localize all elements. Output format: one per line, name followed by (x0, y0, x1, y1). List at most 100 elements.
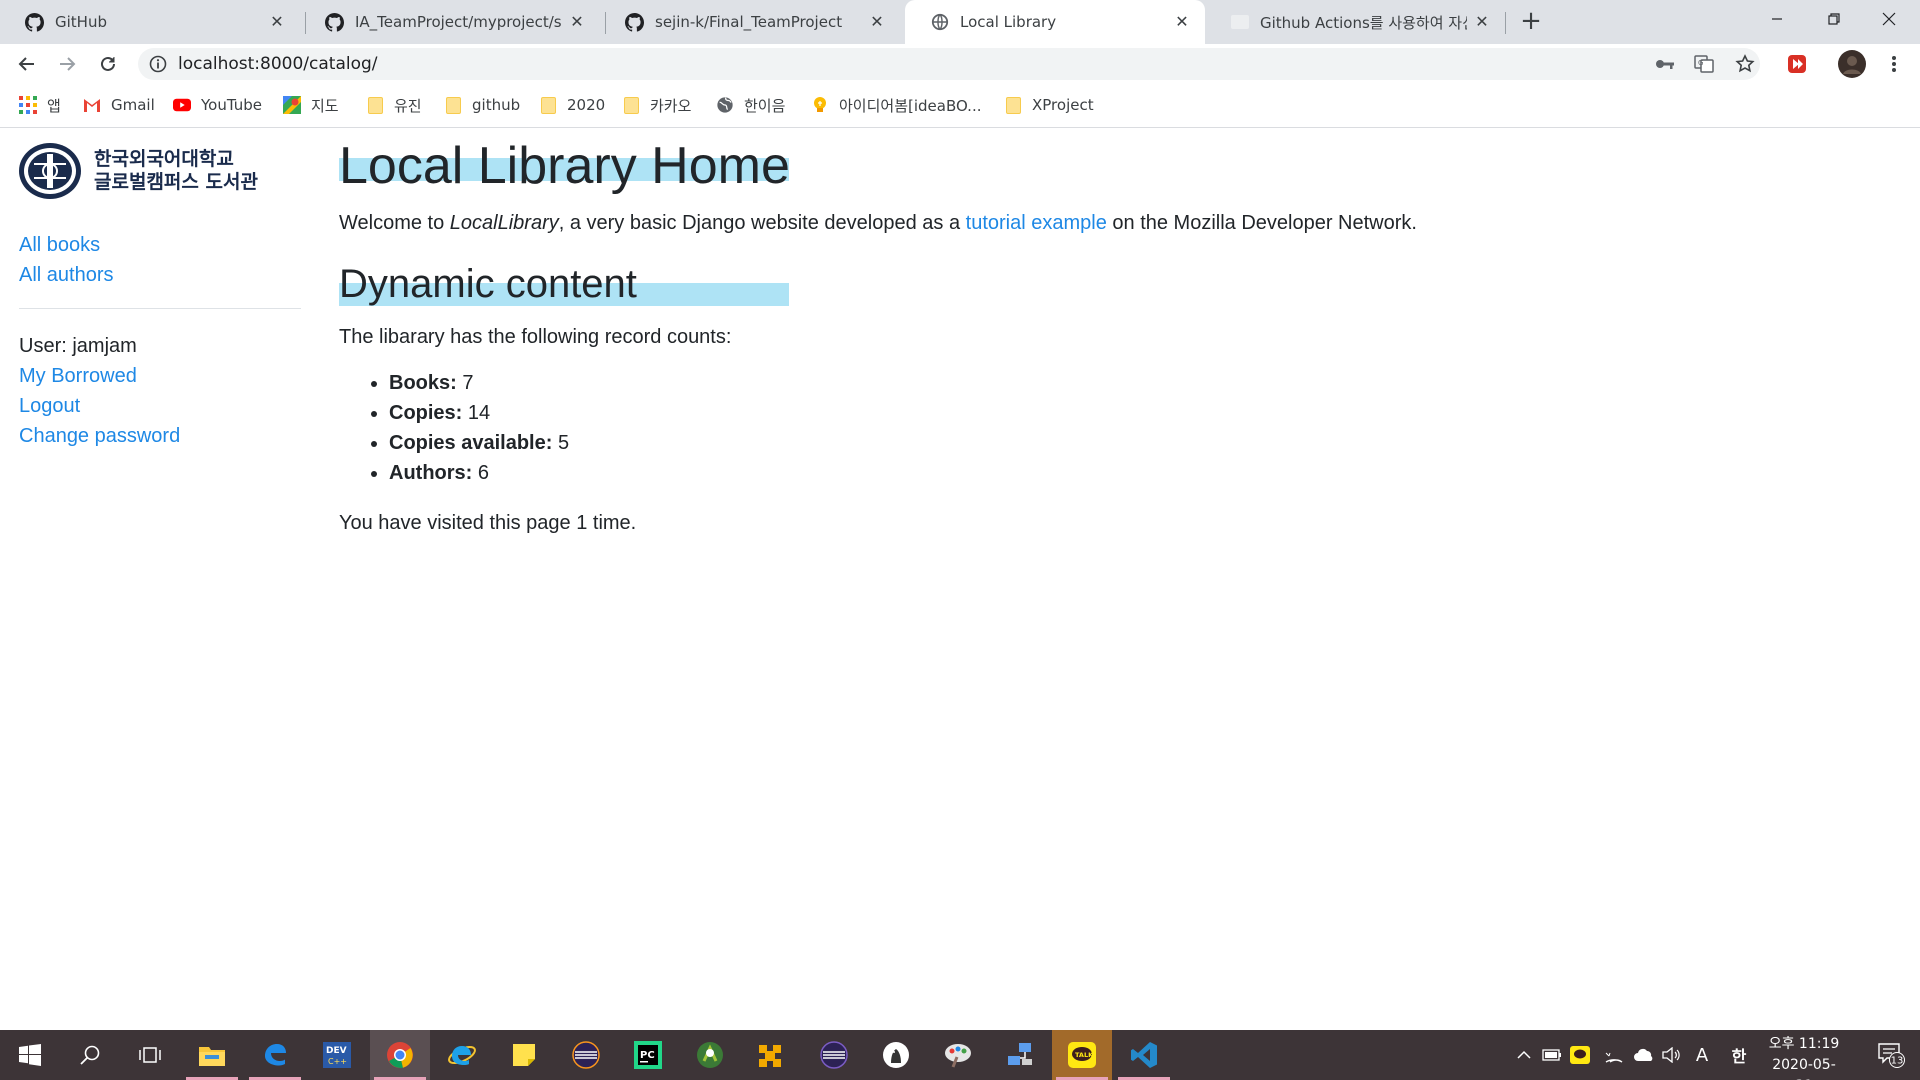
tab-local-library[interactable]: Local Library ✕ (905, 0, 1205, 44)
search-icon[interactable] (60, 1030, 120, 1080)
windows-taskbar: DEV C++ PC TALK A 한 오후 11:19 2020-05- 13 (0, 1030, 1920, 1080)
bookmark-apps[interactable]: 앱 (19, 94, 61, 116)
start-windows-icon[interactable] (0, 1030, 60, 1080)
internet-explorer-icon[interactable] (432, 1030, 492, 1080)
bookmark-label: 한이음 (744, 96, 786, 115)
forward-button[interactable] (53, 50, 81, 78)
count-label: Books: (389, 372, 457, 394)
bookmark-folder-yujin[interactable]: 유진 (366, 94, 422, 116)
subheading-wrapper: Dynamic content (339, 258, 789, 310)
puzzle-app-icon[interactable] (742, 1030, 802, 1080)
bookmark-label: 앱 (47, 96, 61, 115)
tab-github[interactable]: GitHub ✕ (0, 0, 300, 44)
bookmark-folder-github[interactable]: github (444, 94, 520, 116)
bookmark-youtube[interactable]: YouTube (173, 94, 262, 116)
bookmark-star-icon[interactable] (1734, 54, 1756, 74)
minimize-button[interactable] (1746, 0, 1808, 38)
restore-button[interactable] (1803, 0, 1865, 38)
task-view-icon[interactable] (120, 1030, 180, 1080)
ime-mode-indicator[interactable]: A (1690, 1030, 1714, 1080)
list-item: Copies available: 5 (389, 428, 1739, 458)
github-icon (625, 12, 644, 32)
sticky-notes-icon[interactable] (494, 1030, 554, 1080)
visits-text: You have visited this page 1 time. (339, 512, 637, 534)
folder-icon (366, 96, 384, 114)
notification-center-button[interactable]: 13 (1862, 1030, 1920, 1080)
volume-icon[interactable] (1660, 1030, 1684, 1080)
bookmark-maps[interactable]: 지도 (283, 94, 339, 116)
logout-link[interactable]: Logout (19, 391, 301, 421)
change-password-link[interactable]: Change password (19, 421, 301, 451)
tab-github-actions[interactable]: Github Actions를 사용하여 자신 ✕ (1205, 0, 1505, 44)
extension-icon[interactable] (1783, 50, 1811, 78)
page-title: Local Library Home (339, 137, 790, 195)
edge-icon[interactable] (245, 1030, 305, 1080)
close-tab-icon[interactable]: ✕ (568, 13, 586, 31)
globe-icon (716, 96, 734, 114)
pycharm-icon[interactable]: PC (618, 1030, 678, 1080)
tab-final-teamproject[interactable]: sejin-k/Final_TeamProject ✕ (600, 0, 900, 44)
dev-cpp-icon[interactable]: DEV C++ (307, 1030, 367, 1080)
bookmark-label: 지도 (311, 96, 339, 115)
notification-count: 13 (1891, 1056, 1904, 1067)
url-text: localhost:8000/catalog/ (178, 54, 378, 74)
onedrive-cloud-icon[interactable] (1632, 1030, 1656, 1080)
tab-title: Github Actions를 사용하여 자신 (1260, 13, 1467, 32)
university-seal-icon (19, 143, 81, 199)
close-window-button[interactable] (1858, 0, 1920, 38)
back-button[interactable] (13, 50, 41, 78)
address-bar[interactable]: localhost:8000/catalog/ G (138, 48, 1760, 80)
close-tab-icon[interactable]: ✕ (1173, 13, 1191, 31)
chrome-icon[interactable] (370, 1030, 430, 1080)
bookmark-ideabom[interactable]: 아이디어봄[ideaBO... (811, 94, 982, 116)
translate-icon[interactable]: G (1693, 54, 1715, 74)
bookmark-folder-kakao[interactable]: 카카오 (622, 94, 691, 116)
taskbar-clock[interactable]: 오후 11:19 2020-05-31 (1765, 1034, 1843, 1080)
menu-kebab-icon[interactable] (1880, 50, 1908, 78)
network-app-icon[interactable] (990, 1030, 1050, 1080)
file-explorer-icon[interactable] (182, 1030, 242, 1080)
title-wrapper: Local Library Home (339, 128, 790, 198)
kakaotalk-tray-icon[interactable] (1568, 1030, 1592, 1080)
show-hidden-icons-icon[interactable] (1512, 1030, 1536, 1080)
all-authors-link[interactable]: All authors (19, 260, 301, 290)
eclipse-icon[interactable] (804, 1030, 864, 1080)
ime-language-indicator[interactable]: 한 (1726, 1030, 1752, 1080)
tab-ia-teamproject[interactable]: IA_TeamProject/myproject/search ✕ (300, 0, 600, 44)
wifi-icon[interactable] (1602, 1030, 1626, 1080)
folder-icon (1004, 96, 1022, 114)
user-label: User: jamjam (19, 335, 137, 357)
bookmark-gmail[interactable]: Gmail (83, 94, 155, 116)
list-item: Books: 7 (389, 368, 1739, 398)
cat-app-icon[interactable] (866, 1030, 926, 1080)
profile-avatar[interactable] (1838, 50, 1866, 78)
close-tab-icon[interactable]: ✕ (268, 13, 286, 31)
paint-app-icon[interactable] (928, 1030, 988, 1080)
vscode-icon[interactable] (1114, 1030, 1174, 1080)
my-borrowed-link[interactable]: My Borrowed (19, 361, 301, 391)
key-icon[interactable] (1654, 54, 1676, 74)
bookmark-hanium[interactable]: 한이음 (716, 94, 785, 116)
info-icon[interactable] (148, 54, 168, 74)
browser-toolbar: localhost:8000/catalog/ G (0, 44, 1920, 84)
close-tab-icon[interactable]: ✕ (1473, 13, 1491, 31)
count-label: Copies: (389, 402, 463, 424)
tab-strip: GitHub ✕ IA_TeamProject/myproject/search… (0, 0, 1920, 44)
android-studio-icon[interactable] (680, 1030, 740, 1080)
welcome-prefix: Welcome to (339, 212, 450, 234)
all-books-link[interactable]: All books (19, 230, 301, 260)
clock-time: 오후 11:19 (1768, 1036, 1840, 1052)
reload-button[interactable] (94, 50, 122, 78)
eclipse-icon[interactable] (556, 1030, 616, 1080)
list-item: Authors: 6 (389, 458, 1739, 488)
close-tab-icon[interactable]: ✕ (868, 13, 886, 31)
new-tab-button[interactable]: + (1519, 8, 1543, 34)
kakaotalk-icon[interactable]: TALK (1052, 1030, 1112, 1080)
bookmark-folder-2020[interactable]: 2020 (539, 94, 605, 116)
tutorial-example-link[interactable]: tutorial example (966, 212, 1107, 234)
battery-icon[interactable] (1540, 1030, 1564, 1080)
bookmark-label: Gmail (111, 96, 155, 114)
welcome-paragraph: Welcome to LocalLibrary, a very basic Dj… (339, 208, 1739, 238)
bookmark-folder-xproject[interactable]: XProject (1004, 94, 1094, 116)
svg-text:PC: PC (640, 1050, 655, 1061)
